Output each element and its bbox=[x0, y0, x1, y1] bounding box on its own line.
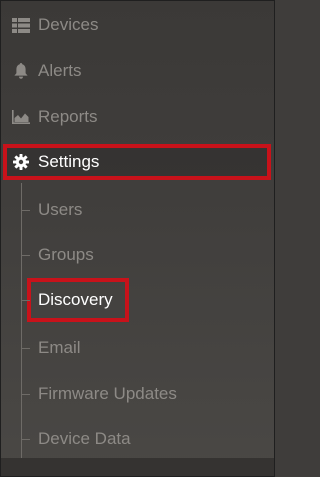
submenu-tick bbox=[21, 300, 30, 301]
submenu-item-device-data-label: Device Data bbox=[38, 429, 131, 448]
submenu-item-email[interactable]: Email bbox=[1, 325, 274, 371]
gear-icon bbox=[12, 153, 30, 171]
submenu-item-firmware-updates[interactable]: Firmware Updates bbox=[1, 371, 274, 417]
menu-item-alerts-label: Alerts bbox=[38, 61, 82, 80]
sidebar-footer bbox=[1, 458, 274, 476]
menu-item-settings[interactable]: Settings bbox=[1, 139, 274, 185]
menu-item-devices-label: Devices bbox=[38, 15, 99, 34]
submenu-item-discovery[interactable]: Discovery bbox=[1, 277, 274, 323]
menu-item-settings-label: Settings bbox=[38, 152, 100, 171]
grid-list-icon bbox=[12, 16, 30, 34]
submenu-item-email-label: Email bbox=[38, 338, 81, 357]
submenu-item-device-data[interactable]: Device Data bbox=[1, 416, 274, 462]
menu-item-reports-label: Reports bbox=[38, 107, 98, 126]
submenu-item-groups[interactable]: Groups bbox=[1, 232, 274, 278]
submenu-item-discovery-label: Discovery bbox=[38, 290, 113, 309]
submenu-tick bbox=[21, 394, 30, 395]
menu-item-devices[interactable]: Devices bbox=[1, 2, 274, 48]
submenu-tick bbox=[21, 348, 30, 349]
menu-item-reports[interactable]: Reports bbox=[1, 94, 274, 140]
submenu-item-users[interactable]: Users bbox=[1, 187, 274, 233]
submenu-tick bbox=[21, 255, 30, 256]
area-chart-icon bbox=[12, 108, 30, 126]
sidebar-menu: Devices Alerts Reports Settings Users Gr… bbox=[0, 0, 275, 477]
bell-icon bbox=[12, 62, 30, 80]
submenu-item-groups-label: Groups bbox=[38, 245, 94, 264]
menu-item-alerts[interactable]: Alerts bbox=[1, 48, 274, 94]
submenu-item-users-label: Users bbox=[38, 200, 83, 219]
submenu-tick bbox=[21, 210, 30, 211]
submenu-item-firmware-updates-label: Firmware Updates bbox=[38, 384, 177, 403]
submenu-tick bbox=[21, 439, 30, 440]
